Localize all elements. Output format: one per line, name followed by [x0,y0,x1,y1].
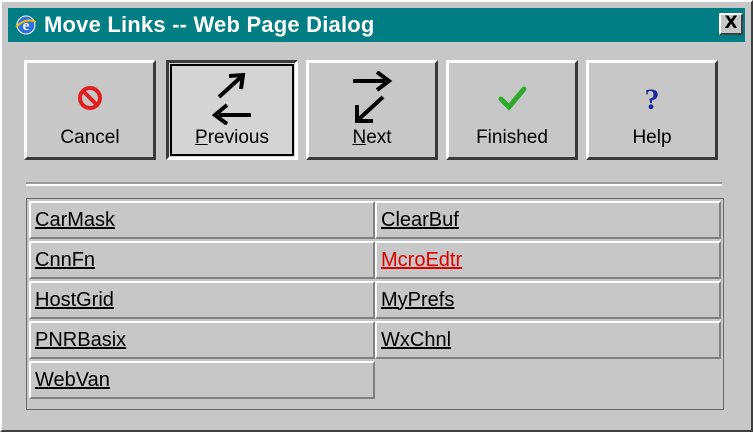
help-label: Help [632,127,672,148]
previous-button[interactable]: Previous [166,60,298,160]
ie-icon: e [14,13,38,37]
link-pnrbasix[interactable]: PNRBasix [35,329,126,352]
link-clearbuf[interactable]: ClearBuf [381,209,459,232]
link-wxchnl[interactable]: WxChnl [381,329,451,352]
previous-label: Previous [195,127,269,148]
cancel-icon [60,71,120,125]
link-cell: ClearBuf [375,201,721,239]
previous-arrows-icon [202,71,262,125]
links-table: CarMask ClearBuf CnnFn McroEdtr HostGrid… [26,198,724,410]
dialog-window: e Move Links -- Web Page Dialog X Cancel [0,0,753,432]
link-cell: MyPrefs [375,281,721,319]
separator [26,182,722,186]
link-cell: CnnFn [29,241,375,279]
link-cell: PNRBasix [29,321,375,359]
next-button[interactable]: Next [306,60,438,160]
finished-label: Finished [476,127,548,148]
link-hostgrid[interactable]: HostGrid [35,289,114,312]
link-cell: HostGrid [29,281,375,319]
link-cell: McroEdtr [375,241,721,279]
next-arrows-icon [342,71,402,125]
cancel-label: Cancel [60,127,120,148]
checkmark-icon [482,71,542,125]
window-title: Move Links -- Web Page Dialog [44,12,375,37]
close-icon: X [724,13,738,33]
link-cell: CarMask [29,201,375,239]
toolbar: Cancel Previous Next Finished ? Help [2,52,753,164]
link-myprefs[interactable]: MyPrefs [381,289,454,312]
link-cnnfn[interactable]: CnnFn [35,249,95,272]
title-bar[interactable]: e Move Links -- Web Page Dialog X [8,8,745,42]
finished-button[interactable]: Finished [446,60,578,160]
help-icon: ? [622,71,682,125]
svg-text:?: ? [645,83,660,115]
link-cell: WxChnl [375,321,721,359]
cancel-button[interactable]: Cancel [24,60,156,160]
help-button[interactable]: ? Help [586,60,718,160]
link-mcroedtr[interactable]: McroEdtr [381,249,462,272]
close-button[interactable]: X [719,13,743,35]
link-carmask[interactable]: CarMask [35,209,115,232]
link-webvan[interactable]: WebVan [35,369,110,392]
next-label: Next [352,127,392,148]
link-cell: WebVan [29,361,375,399]
